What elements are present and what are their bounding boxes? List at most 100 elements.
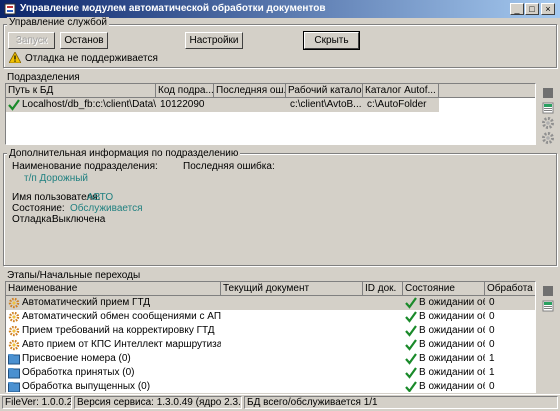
- gear-doc-icon: [8, 311, 20, 323]
- current-doc-cell: [223, 310, 363, 324]
- subdivision-name-value: т/п Дорожный: [24, 173, 88, 184]
- start-button[interactable]: Запуск: [8, 32, 55, 49]
- settings-gear-icon[interactable]: [541, 131, 555, 145]
- current-doc-cell: [223, 366, 363, 380]
- stage-name-cell: Автоматический прием ГТД: [22, 297, 151, 308]
- doc-id-cell: [365, 338, 403, 352]
- processed-count-cell: 1: [489, 353, 495, 364]
- processed-count-cell: 0: [489, 325, 495, 336]
- stage-state-cell: В ожидании об...: [419, 367, 485, 378]
- file-version: FileVer: 1.0.0.24: [2, 396, 72, 409]
- doc-id-cell: [365, 296, 403, 310]
- column-header-work-dir[interactable]: Рабочий каталог: [286, 84, 363, 98]
- minimize-button[interactable]: _: [510, 3, 524, 15]
- table-row[interactable]: Прием требований на корректировку ГТД В о…: [6, 324, 535, 338]
- table-row[interactable]: Localhost/db_fb:c:\client\Data\do... 101…: [6, 98, 439, 112]
- check-icon: [405, 339, 417, 351]
- gear-doc-icon: [8, 297, 20, 309]
- gear-doc-icon: [8, 325, 20, 337]
- column-header-state[interactable]: Состояние: [403, 282, 485, 296]
- check-icon: [405, 325, 417, 337]
- column-header-name[interactable]: Наименование: [6, 282, 221, 296]
- state-label: Состояние:: [12, 203, 65, 214]
- column-header-code[interactable]: Код подра...: [156, 84, 214, 98]
- work-dir-cell: c:\client\AvtoB...: [290, 99, 362, 110]
- table-row[interactable]: Присвоение номера (0) В ожидании об... 1: [6, 352, 535, 366]
- window-title: Управление модулем автоматической обрабо…: [20, 3, 326, 14]
- table-row[interactable]: Автоматический обмен сообщениями с АПС В …: [6, 310, 535, 324]
- stage-name-cell: Обработка принятых (0): [22, 367, 135, 378]
- processed-count-cell: 0: [489, 339, 495, 350]
- check-icon: [8, 99, 20, 111]
- stage-state-cell: В ожидании об...: [419, 325, 485, 336]
- doc-id-cell: [365, 324, 403, 338]
- doc-id-cell: [365, 366, 403, 380]
- check-icon: [405, 311, 417, 323]
- subdivisions-table: Путь к БД Код подра... Последняя ош... Р…: [5, 83, 536, 145]
- folder-icon: [8, 368, 20, 379]
- table-row[interactable]: Обработка принятых (0) В ожидании об... 1: [6, 366, 535, 380]
- state-value: Обслуживается: [70, 203, 143, 214]
- maximize-button[interactable]: □: [525, 3, 539, 15]
- column-header-current-doc[interactable]: Текущий документ: [221, 282, 363, 296]
- current-doc-cell: [223, 352, 363, 366]
- user-value: АВТО: [87, 192, 114, 203]
- stop-button[interactable]: Останов: [60, 32, 108, 49]
- doc-id-cell: [365, 352, 403, 366]
- list-icon[interactable]: [541, 299, 555, 313]
- stop-square-icon[interactable]: [541, 284, 555, 298]
- service-group-legend: Управление службой: [7, 17, 109, 28]
- db-count: БД всего/обслуживается 1/1: [244, 396, 558, 409]
- current-doc-cell: [223, 380, 363, 392]
- debug-value: Выключена: [52, 214, 106, 225]
- gear-icon[interactable]: [541, 116, 555, 130]
- check-icon: [405, 381, 417, 392]
- stage-name-cell: Прием требований на корректировку ГТД: [22, 325, 215, 336]
- column-header-last-error[interactable]: Последняя ош...: [214, 84, 286, 98]
- last-error-label: Последняя ошибка:: [183, 161, 275, 172]
- check-icon: [405, 297, 417, 309]
- auto-dir-cell: c:\AutoFolder: [367, 99, 427, 110]
- code-cell: 10122090: [160, 99, 205, 110]
- gear-doc-icon: [8, 339, 20, 351]
- table-row[interactable]: Автоматический прием ГТД В ожидании обр..…: [6, 296, 535, 310]
- info-group-legend: Дополнительная информация по подразделен…: [7, 148, 241, 159]
- stages-legend: Этапы/Начальные переходы: [5, 270, 143, 281]
- stop-square-icon[interactable]: [541, 86, 555, 100]
- processed-count-cell: 0: [489, 381, 495, 392]
- last-error-cell: [214, 98, 286, 112]
- current-doc-cell: [223, 324, 363, 338]
- db-path-cell: Localhost/db_fb:c:\client\Data\do...: [22, 99, 156, 110]
- settings-button[interactable]: Настройки: [185, 32, 243, 49]
- column-header-auto-dir[interactable]: Каталог Autof...: [363, 84, 439, 98]
- stage-state-cell: В ожидании об...: [419, 339, 485, 350]
- list-icon[interactable]: [541, 101, 555, 115]
- check-icon: [405, 367, 417, 379]
- debug-warning-text: Отладка не поддерживается: [25, 53, 158, 64]
- stages-table: Наименование Текущий документ ID док. Со…: [5, 281, 536, 393]
- processed-count-cell: 0: [489, 311, 495, 322]
- subdivision-name-label: Наименование подразделения:: [12, 161, 158, 172]
- check-icon: [405, 353, 417, 365]
- stage-state-cell: В ожидании обр...: [419, 297, 485, 308]
- table-row[interactable]: Авто прием от КПС Интеллект маршрутизаци…: [6, 338, 535, 352]
- hide-button[interactable]: Скрыть: [303, 31, 360, 50]
- warning-icon: [9, 52, 21, 63]
- folder-icon: [8, 382, 20, 392]
- close-button[interactable]: ×: [541, 3, 555, 15]
- subdivisions-legend: Подразделения: [5, 72, 82, 83]
- stage-state-cell: В ожидании об...: [419, 311, 485, 322]
- doc-id-cell: [365, 310, 403, 324]
- current-doc-cell: [223, 338, 363, 352]
- column-header-processed[interactable]: Обработа: [485, 282, 535, 296]
- table-row[interactable]: Обработка выпущенных (0) В ожидании об...…: [6, 380, 535, 392]
- stage-name-cell: Авто прием от КПС Интеллект маршрутизаци…: [22, 339, 221, 350]
- stage-name-cell: Обработка выпущенных (0): [22, 381, 151, 392]
- stage-state-cell: В ожидании об...: [419, 381, 485, 392]
- stage-name-cell: Присвоение номера (0): [22, 353, 131, 364]
- folder-icon: [8, 354, 20, 365]
- app-icon: [4, 3, 16, 15]
- current-doc-cell: [223, 296, 363, 310]
- column-header-doc-id[interactable]: ID док.: [363, 282, 403, 296]
- column-header-db-path[interactable]: Путь к БД: [6, 84, 156, 98]
